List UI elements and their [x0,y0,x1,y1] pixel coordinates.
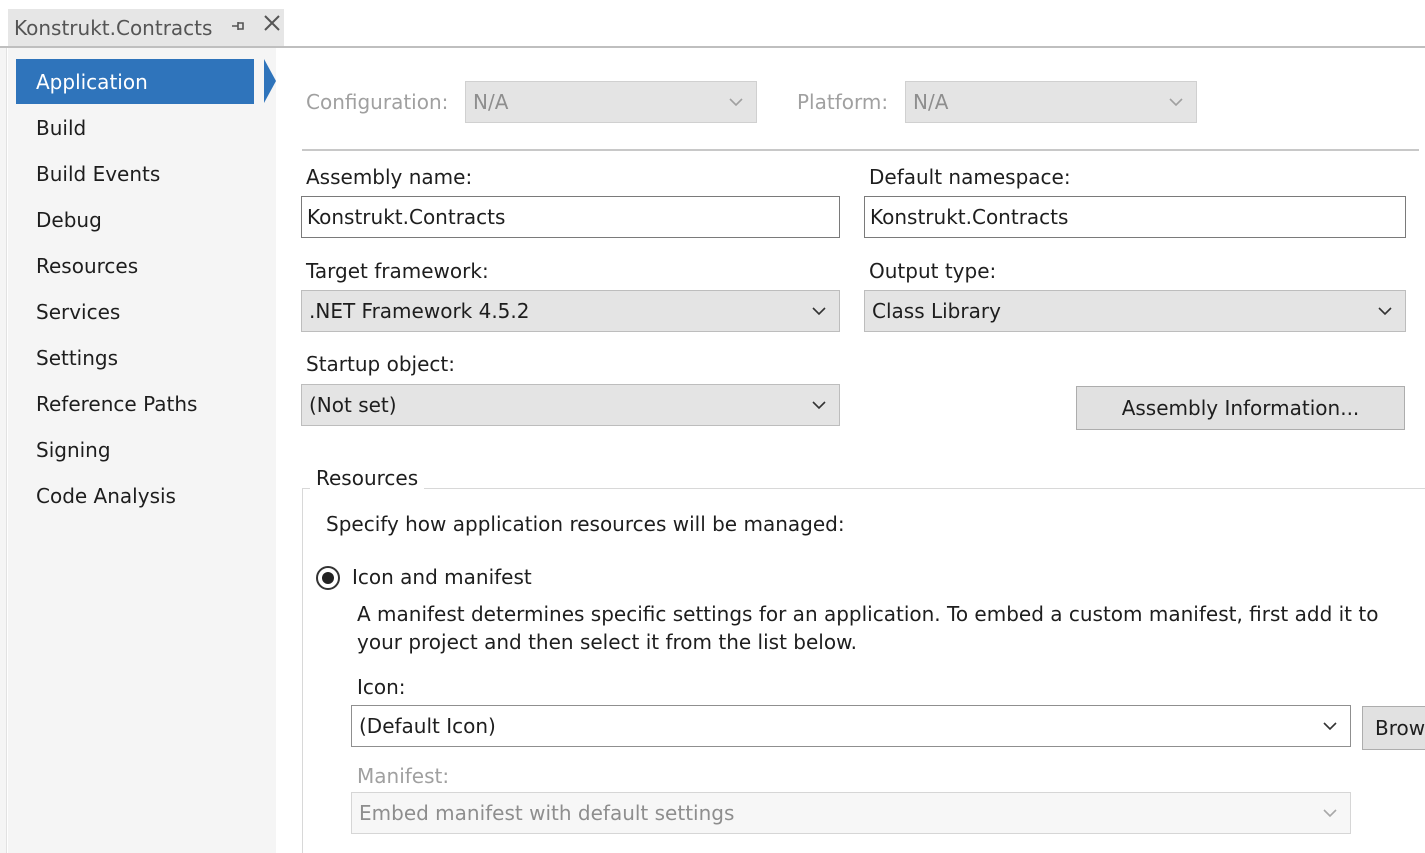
platform-dropdown: N/A [905,81,1197,123]
sidebar-item-reference-paths[interactable]: Reference Paths [16,381,256,426]
icon-value: (Default Icon) [359,714,496,738]
target-framework-value: .NET Framework 4.5.2 [309,299,530,323]
default-namespace-field[interactable]: Konstrukt.Contracts [864,196,1406,238]
output-type-label: Output type: [869,259,997,283]
sidebar-item-label: Services [36,299,121,324]
resources-group-title: Resources [310,466,425,490]
sidebar-item-resources[interactable]: Resources [16,243,256,288]
divider [302,149,1419,151]
manifest-description: A manifest determines specific settings … [357,602,1379,654]
document-tab-strip: Konstrukt.Contracts [0,0,1425,48]
manifest-label: Manifest: [357,764,450,788]
browse-button-label: Brow [1375,716,1425,740]
manifest-dropdown: Embed manifest with default settings [351,792,1351,834]
icon-and-manifest-radio[interactable] [316,566,340,590]
sidebar-item-label: Build [36,115,87,140]
startup-object-label: Startup object: [306,352,455,376]
startup-object-dropdown[interactable]: (Not set) [301,384,840,426]
assembly-name-label: Assembly name: [306,165,473,189]
target-framework-dropdown[interactable]: .NET Framework 4.5.2 [301,290,840,332]
configuration-dropdown: N/A [465,81,757,123]
icon-label: Icon: [357,675,406,699]
sidebar-item-label: Reference Paths [36,391,198,416]
default-namespace-label: Default namespace: [869,165,1071,189]
sidebar-item-settings[interactable]: Settings [16,335,256,380]
chevron-down-icon [728,94,744,110]
browse-button[interactable]: Brow [1362,706,1425,750]
chevron-down-icon [1168,94,1184,110]
sidebar-item-debug[interactable]: Debug [16,197,256,242]
chevron-down-icon [1322,718,1338,734]
sidebar-item-code-analysis[interactable]: Code Analysis [16,473,256,518]
sidebar-item-label: Settings [36,345,119,370]
close-icon[interactable] [261,12,283,40]
pin-icon[interactable] [230,18,246,38]
output-type-value: Class Library [872,299,1001,323]
default-namespace-value: Konstrukt.Contracts [870,205,1069,229]
assembly-information-button-label: Assembly Information... [1121,396,1360,420]
configuration-label: Configuration: [306,90,449,114]
sidebar-item-application[interactable]: Application [16,59,254,104]
sidebar-item-build[interactable]: Build [16,105,256,150]
chevron-down-icon [1377,303,1393,319]
sidebar-item-build-events[interactable]: Build Events [16,151,256,196]
sidebar-item-label: Code Analysis [36,483,176,508]
left-edge [0,48,7,853]
assembly-name-field[interactable]: Konstrukt.Contracts [301,196,840,238]
sidebar-item-signing[interactable]: Signing [16,427,256,472]
resources-instructions: Specify how application resources will b… [326,512,845,536]
output-type-dropdown[interactable]: Class Library [864,290,1406,332]
platform-label: Platform: [797,90,889,114]
target-framework-label: Target framework: [306,259,489,283]
icon-and-manifest-label[interactable]: Icon and manifest [352,565,532,589]
configuration-value: N/A [473,90,509,114]
document-tab-title: Konstrukt.Contracts [14,15,213,40]
assembly-information-button[interactable]: Assembly Information... [1076,386,1405,430]
sidebar-item-label: Build Events [36,161,161,186]
document-tab[interactable]: Konstrukt.Contracts [8,9,284,46]
manifest-value: Embed manifest with default settings [359,801,735,825]
sidebar-item-services[interactable]: Services [16,289,256,334]
sidebar-item-label: Resources [36,253,139,278]
icon-dropdown[interactable]: (Default Icon) [351,705,1351,747]
sidebar-item-label: Debug [36,207,102,232]
chevron-down-icon [811,303,827,319]
platform-value: N/A [913,90,949,114]
chevron-down-icon [811,397,827,413]
sidebar-item-label: Signing [36,437,111,462]
selected-indicator-arrow [264,59,276,103]
sidebar-item-label: Application [36,69,148,94]
assembly-name-value: Konstrukt.Contracts [307,205,506,229]
chevron-down-icon [1322,805,1338,821]
startup-object-value: (Not set) [309,393,397,417]
